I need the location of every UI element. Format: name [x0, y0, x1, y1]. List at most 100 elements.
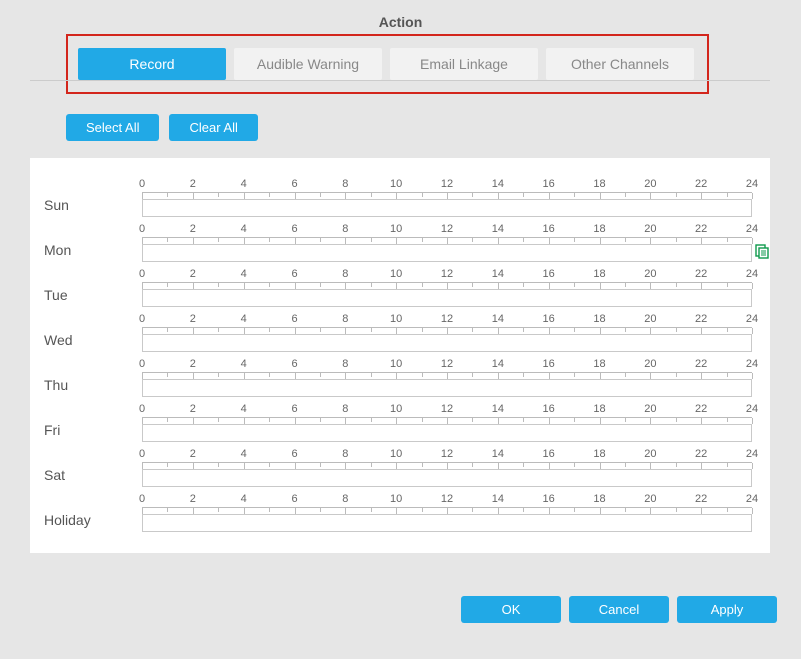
hour-label: 10: [390, 493, 402, 505]
timeline: 024681012141618202224: [142, 223, 752, 262]
hour-label: 2: [190, 178, 196, 190]
clear-all-button[interactable]: Clear All: [169, 114, 257, 141]
copy-schedule-icon[interactable]: [754, 243, 770, 259]
day-row-mon: Mon024681012141618202224: [44, 217, 752, 262]
hour-label: 12: [441, 313, 453, 325]
page-title: Action: [0, 0, 801, 30]
hour-label: 14: [492, 313, 504, 325]
hour-label: 0: [139, 448, 145, 460]
hour-label: 12: [441, 178, 453, 190]
hour-label: 6: [291, 223, 297, 235]
hour-label: 2: [190, 313, 196, 325]
timeline: 024681012141618202224: [142, 313, 752, 352]
tab-record[interactable]: Record: [78, 48, 226, 80]
tab-other-channels[interactable]: Other Channels: [546, 48, 694, 80]
hours-labels: 024681012141618202224: [142, 223, 752, 237]
ruler: [142, 462, 752, 469]
hour-label: 0: [139, 493, 145, 505]
cancel-button[interactable]: Cancel: [569, 596, 669, 623]
hour-label: 24: [746, 448, 758, 460]
day-label: Tue: [44, 287, 142, 307]
schedule-bar[interactable]: [142, 244, 752, 262]
tab-email-linkage[interactable]: Email Linkage: [390, 48, 538, 80]
day-row-wed: Wed024681012141618202224: [44, 307, 752, 352]
hour-label: 6: [291, 178, 297, 190]
hour-label: 20: [644, 448, 656, 460]
hour-label: 4: [241, 403, 247, 415]
schedule-bar[interactable]: [142, 289, 752, 307]
schedule-bar[interactable]: [142, 199, 752, 217]
hour-label: 4: [241, 448, 247, 460]
hour-label: 10: [390, 358, 402, 370]
hours-labels: 024681012141618202224: [142, 493, 752, 507]
hours-labels: 024681012141618202224: [142, 448, 752, 462]
hours-labels: 024681012141618202224: [142, 358, 752, 372]
hour-label: 20: [644, 358, 656, 370]
hour-label: 4: [241, 493, 247, 505]
hour-label: 18: [593, 268, 605, 280]
ruler: [142, 507, 752, 514]
tabs-row: RecordAudible WarningEmail LinkageOther …: [78, 48, 694, 80]
hour-label: 8: [342, 403, 348, 415]
hour-label: 24: [746, 268, 758, 280]
day-row-thu: Thu024681012141618202224: [44, 352, 752, 397]
hour-label: 24: [746, 493, 758, 505]
hour-label: 8: [342, 448, 348, 460]
apply-button[interactable]: Apply: [677, 596, 777, 623]
hour-label: 14: [492, 448, 504, 460]
day-label: Sun: [44, 197, 142, 217]
hour-label: 20: [644, 493, 656, 505]
hour-label: 16: [543, 178, 555, 190]
hour-label: 0: [139, 403, 145, 415]
hour-label: 2: [190, 403, 196, 415]
day-label: Fri: [44, 422, 142, 442]
schedule-bar[interactable]: [142, 379, 752, 397]
hour-label: 14: [492, 223, 504, 235]
hour-label: 24: [746, 358, 758, 370]
hour-label: 18: [593, 493, 605, 505]
ruler: [142, 282, 752, 289]
hour-label: 22: [695, 448, 707, 460]
hour-label: 8: [342, 268, 348, 280]
day-label: Holiday: [44, 512, 142, 532]
hour-label: 16: [543, 268, 555, 280]
schedule-bar[interactable]: [142, 469, 752, 487]
hour-label: 12: [441, 358, 453, 370]
hour-label: 24: [746, 313, 758, 325]
schedule-bar[interactable]: [142, 334, 752, 352]
schedule-bar[interactable]: [142, 424, 752, 442]
hour-label: 6: [291, 313, 297, 325]
schedule-bar[interactable]: [142, 514, 752, 532]
hour-label: 10: [390, 313, 402, 325]
hour-label: 6: [291, 268, 297, 280]
hour-label: 2: [190, 223, 196, 235]
hour-label: 0: [139, 268, 145, 280]
hour-label: 6: [291, 493, 297, 505]
day-row-fri: Fri024681012141618202224: [44, 397, 752, 442]
ruler: [142, 192, 752, 199]
day-row-sat: Sat024681012141618202224: [44, 442, 752, 487]
ruler: [142, 372, 752, 379]
hour-label: 2: [190, 358, 196, 370]
hour-label: 18: [593, 448, 605, 460]
hour-label: 8: [342, 313, 348, 325]
hour-label: 22: [695, 313, 707, 325]
hour-label: 10: [390, 223, 402, 235]
timeline: 024681012141618202224: [142, 403, 752, 442]
timeline: 024681012141618202224: [142, 178, 752, 217]
hour-label: 16: [543, 403, 555, 415]
tab-audible-warning[interactable]: Audible Warning: [234, 48, 382, 80]
hour-label: 0: [139, 178, 145, 190]
hour-label: 22: [695, 358, 707, 370]
hour-label: 16: [543, 223, 555, 235]
ok-button[interactable]: OK: [461, 596, 561, 623]
select-all-button[interactable]: Select All: [66, 114, 159, 141]
hour-label: 18: [593, 223, 605, 235]
hour-label: 18: [593, 358, 605, 370]
timeline: 024681012141618202224: [142, 358, 752, 397]
timeline: 024681012141618202224: [142, 268, 752, 307]
hour-label: 4: [241, 223, 247, 235]
day-label: Mon: [44, 242, 142, 262]
day-row-holiday: Holiday024681012141618202224: [44, 487, 752, 532]
hour-label: 16: [543, 448, 555, 460]
